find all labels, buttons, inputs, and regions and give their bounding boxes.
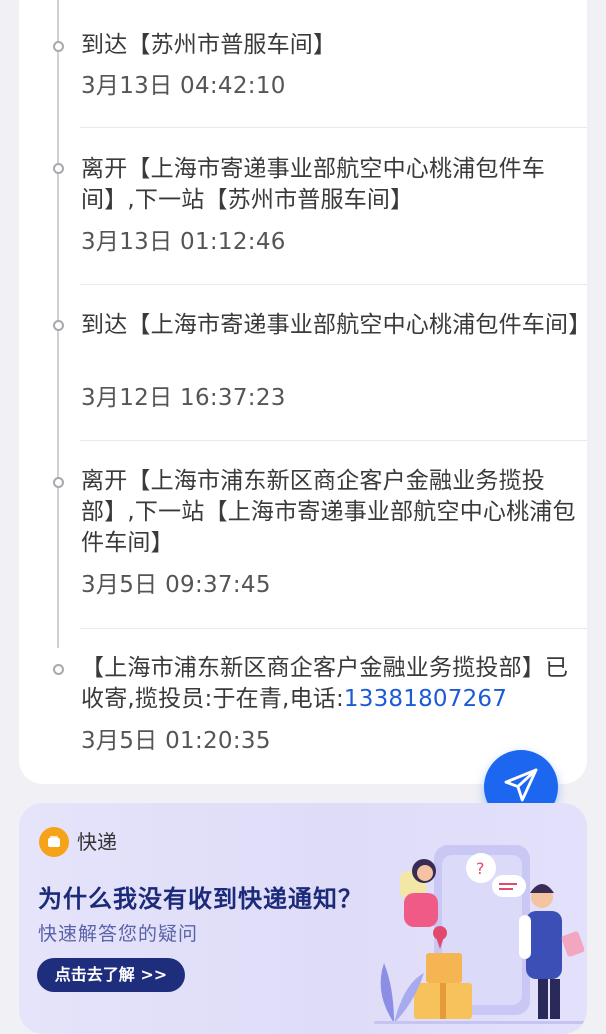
promo-subtitle: 快速解答您的疑问 [38, 923, 199, 945]
promo-banner[interactable]: 快递 为什么我没有收到快递通知？ 快速解答您的疑问 点击去了解 >> ? [19, 803, 587, 1034]
timeline-divider [80, 127, 587, 128]
timeline-event-time: 3月5日 09:37:45 [81, 572, 271, 598]
timeline-divider [80, 628, 587, 629]
timeline-dot [53, 41, 64, 52]
timeline-event-time: 3月13日 04:42:10 [81, 73, 286, 99]
timeline-dot [53, 664, 64, 675]
timeline-event-time: 3月13日 01:12:46 [81, 229, 286, 255]
timeline-divider [80, 284, 587, 285]
timeline-event-text: 离开【上海市寄递事业部航空中心桃浦包件车间】,下一站【苏州市普服车间】 [81, 156, 545, 213]
tracking-timeline-card: 到达【苏州市普服车间】 3月13日 04:42:10 离开【上海市寄递事业部航空… [19, 0, 592, 784]
timeline-event-text: 到达【上海市寄递事业部航空中心桃浦包件车间】 [81, 312, 592, 338]
timeline-divider [80, 440, 587, 441]
timeline-dot [53, 320, 64, 331]
promo-title: 为什么我没有收到快递通知？ [38, 885, 363, 913]
timeline-event-time: 3月12日 16:37:23 [81, 385, 286, 411]
timeline-dot [53, 477, 64, 488]
timeline-event-text: 【上海市浦东新区商企客户金融业务揽投部】已收寄,揽投员:于在青,电话:13381… [81, 653, 586, 715]
learn-more-button[interactable]: 点击去了解 >> [37, 958, 185, 992]
courier-phone-link[interactable]: 13381807267 [344, 686, 507, 712]
timeline-event-text: 到达【苏州市普服车间】 [81, 32, 337, 58]
timeline-event-text: 离开【上海市浦东新区商企客户金融业务揽投部】,下一站【上海市寄递事业部航空中心桃… [81, 468, 576, 556]
express-badge-icon [39, 827, 69, 857]
promo-tag-label: 快递 [77, 830, 117, 854]
send-icon [502, 766, 540, 808]
svg-text:?: ? [476, 859, 485, 878]
timeline-dot [53, 163, 64, 174]
timeline-event-time: 3月5日 01:20:35 [81, 728, 271, 754]
customer-service-illustration: ? [374, 845, 587, 1024]
